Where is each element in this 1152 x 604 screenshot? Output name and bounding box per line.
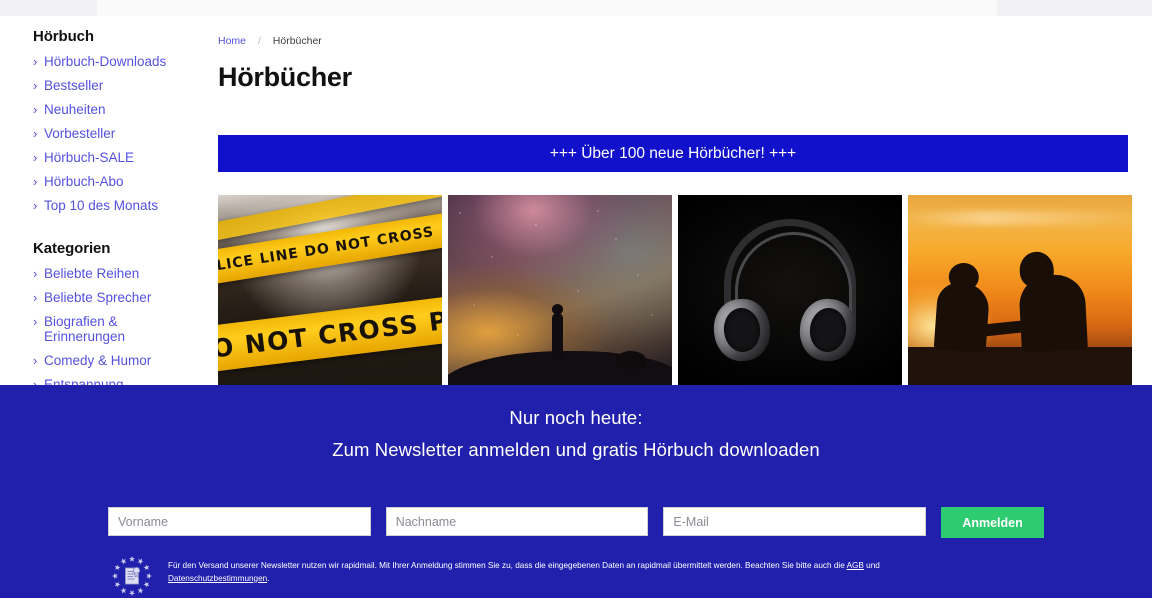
document-seal-icon: [125, 566, 141, 585]
sidebar-item-hoerbuch-abo[interactable]: › Hörbuch-Abo: [33, 174, 194, 198]
sidebar-item-label: Hörbuch-Abo: [44, 174, 124, 189]
chevron-right-icon: ›: [33, 174, 38, 189]
last-name-input[interactable]: [385, 507, 649, 536]
sidebar-item-label: Beliebte Sprecher: [44, 290, 152, 305]
sidebar-item-beliebte-reihen[interactable]: › Beliebte Reihen: [33, 266, 194, 290]
person-silhouette: [552, 304, 563, 361]
sidebar-item-label: Hörbuch-SALE: [44, 150, 135, 165]
sidebar-list-hoerbuch: › Hörbuch-Downloads › Bestseller › Neuhe…: [0, 54, 200, 222]
bush-silhouette: [616, 351, 646, 369]
chevron-right-icon: ›: [33, 150, 38, 165]
sidebar-item-neuheiten[interactable]: › Neuheiten: [33, 102, 194, 126]
sidebar-heading-hoerbuch: Hörbuch: [33, 28, 94, 45]
breadcrumb-separator: /: [257, 35, 261, 47]
sidebar-list-kategorien: › Beliebte Reihen › Beliebte Sprecher › …: [0, 266, 200, 401]
newsletter-signup-overlay: Nur noch heute: Zum Newsletter anmelden …: [0, 385, 1152, 598]
newsletter-legal-text: Für den Versand unserer Newsletter nutze…: [168, 553, 968, 585]
sidebar-item-beliebte-sprecher[interactable]: › Beliebte Sprecher: [33, 290, 194, 314]
sidebar-item-label: Bestseller: [44, 78, 104, 93]
chevron-right-icon: ›: [33, 54, 38, 69]
police-tape-image[interactable]: POLICE LINE DO NOT CROSS DO NOT CROSS PO…: [218, 195, 442, 385]
cloud-band: [908, 211, 1132, 225]
sidebar-item-label: Comedy & Humor: [44, 353, 152, 368]
browser-top-strip: [0, 0, 1152, 16]
newsletter-submit-button[interactable]: Anmelden: [941, 507, 1044, 538]
agb-link[interactable]: AGB: [847, 561, 864, 570]
sidebar-item-comedy-humor[interactable]: › Comedy & Humor: [33, 353, 194, 377]
newsletter-form: Anmelden: [108, 507, 1044, 538]
privacy-policy-link[interactable]: Datenschutzbestimmungen: [168, 574, 267, 583]
breadcrumb: Home / Hörbücher: [218, 16, 1152, 47]
legal-text-between: und: [863, 561, 880, 570]
sidebar-item-label: Beliebte Reihen: [44, 266, 140, 281]
gdpr-eu-stars-badge: [108, 553, 156, 599]
sunset-guitar-image[interactable]: [908, 195, 1132, 385]
email-input[interactable]: [663, 507, 927, 536]
browser-top-strip-inner: [97, 0, 997, 16]
chevron-right-icon: ›: [33, 78, 38, 93]
chevron-right-icon: ›: [33, 102, 38, 117]
guitarist-silhouette: [933, 281, 991, 353]
page-title: Hörbücher: [218, 62, 352, 92]
starry-sky-image[interactable]: [448, 195, 672, 385]
first-name-input[interactable]: [108, 507, 371, 536]
page-content: Hörbuch › Hörbuch-Downloads › Bestseller…: [0, 16, 1152, 598]
sidebar-item-vorbesteller[interactable]: › Vorbesteller: [33, 126, 194, 150]
foreground-ledge: [908, 347, 1132, 385]
sidebar-item-label: Top 10 des Monats: [44, 198, 159, 213]
promo-banner-text: +++ Über 100 neue Hörbücher! +++: [549, 144, 797, 162]
listener-silhouette: [1018, 273, 1088, 353]
sidebar-item-label: Hörbuch-Downloads: [44, 54, 167, 69]
newsletter-legal-notice: Für den Versand unserer Newsletter nutze…: [108, 553, 1048, 599]
sidebar-item-biografien-erinnerungen[interactable]: › Biografien & Erinnerungen: [33, 314, 194, 353]
sidebar-item-top-10-des-monats[interactable]: › Top 10 des Monats: [33, 198, 194, 222]
legal-text-after: .: [267, 573, 270, 583]
chevron-right-icon: ›: [33, 290, 38, 305]
newsletter-headline-line2: Zum Newsletter anmelden und gratis Hörbu…: [332, 439, 820, 460]
sidebar-item-hoerbuch-downloads[interactable]: › Hörbuch-Downloads: [33, 54, 194, 78]
chevron-right-icon: ›: [33, 266, 38, 281]
category-thumbnail-strip: POLICE LINE DO NOT CROSS DO NOT CROSS PO…: [218, 195, 1152, 385]
sidebar-item-label: Biografien & Erinnerungen: [44, 314, 126, 344]
sidebar-navigation: Hörbuch › Hörbuch-Downloads › Bestseller…: [0, 16, 200, 401]
newsletter-headline-line1: Nur noch heute:: [509, 407, 643, 428]
sidebar-item-hoerbuch-sale[interactable]: › Hörbuch-SALE: [33, 150, 194, 174]
sidebar-heading-kategorien: Kategorien: [33, 240, 111, 257]
main-content: Home / Hörbücher Hörbücher +++ Über 100 …: [218, 16, 1152, 385]
legal-text-before: Für den Versand unserer Newsletter nutze…: [168, 561, 847, 570]
sidebar-item-bestseller[interactable]: › Bestseller: [33, 78, 194, 102]
chevron-right-icon: ›: [33, 198, 38, 213]
breadcrumb-current: Hörbücher: [272, 35, 322, 47]
chevron-right-icon: ›: [33, 353, 38, 368]
headphones-image[interactable]: [678, 195, 902, 385]
chevron-right-icon: ›: [33, 126, 38, 141]
breadcrumb-link-home[interactable]: Home: [218, 35, 246, 47]
promo-banner[interactable]: +++ Über 100 neue Hörbücher! +++: [218, 135, 1128, 172]
chevron-right-icon: ›: [33, 314, 38, 329]
sidebar-item-label: Vorbesteller: [44, 126, 116, 141]
sidebar-item-label: Neuheiten: [44, 102, 106, 117]
